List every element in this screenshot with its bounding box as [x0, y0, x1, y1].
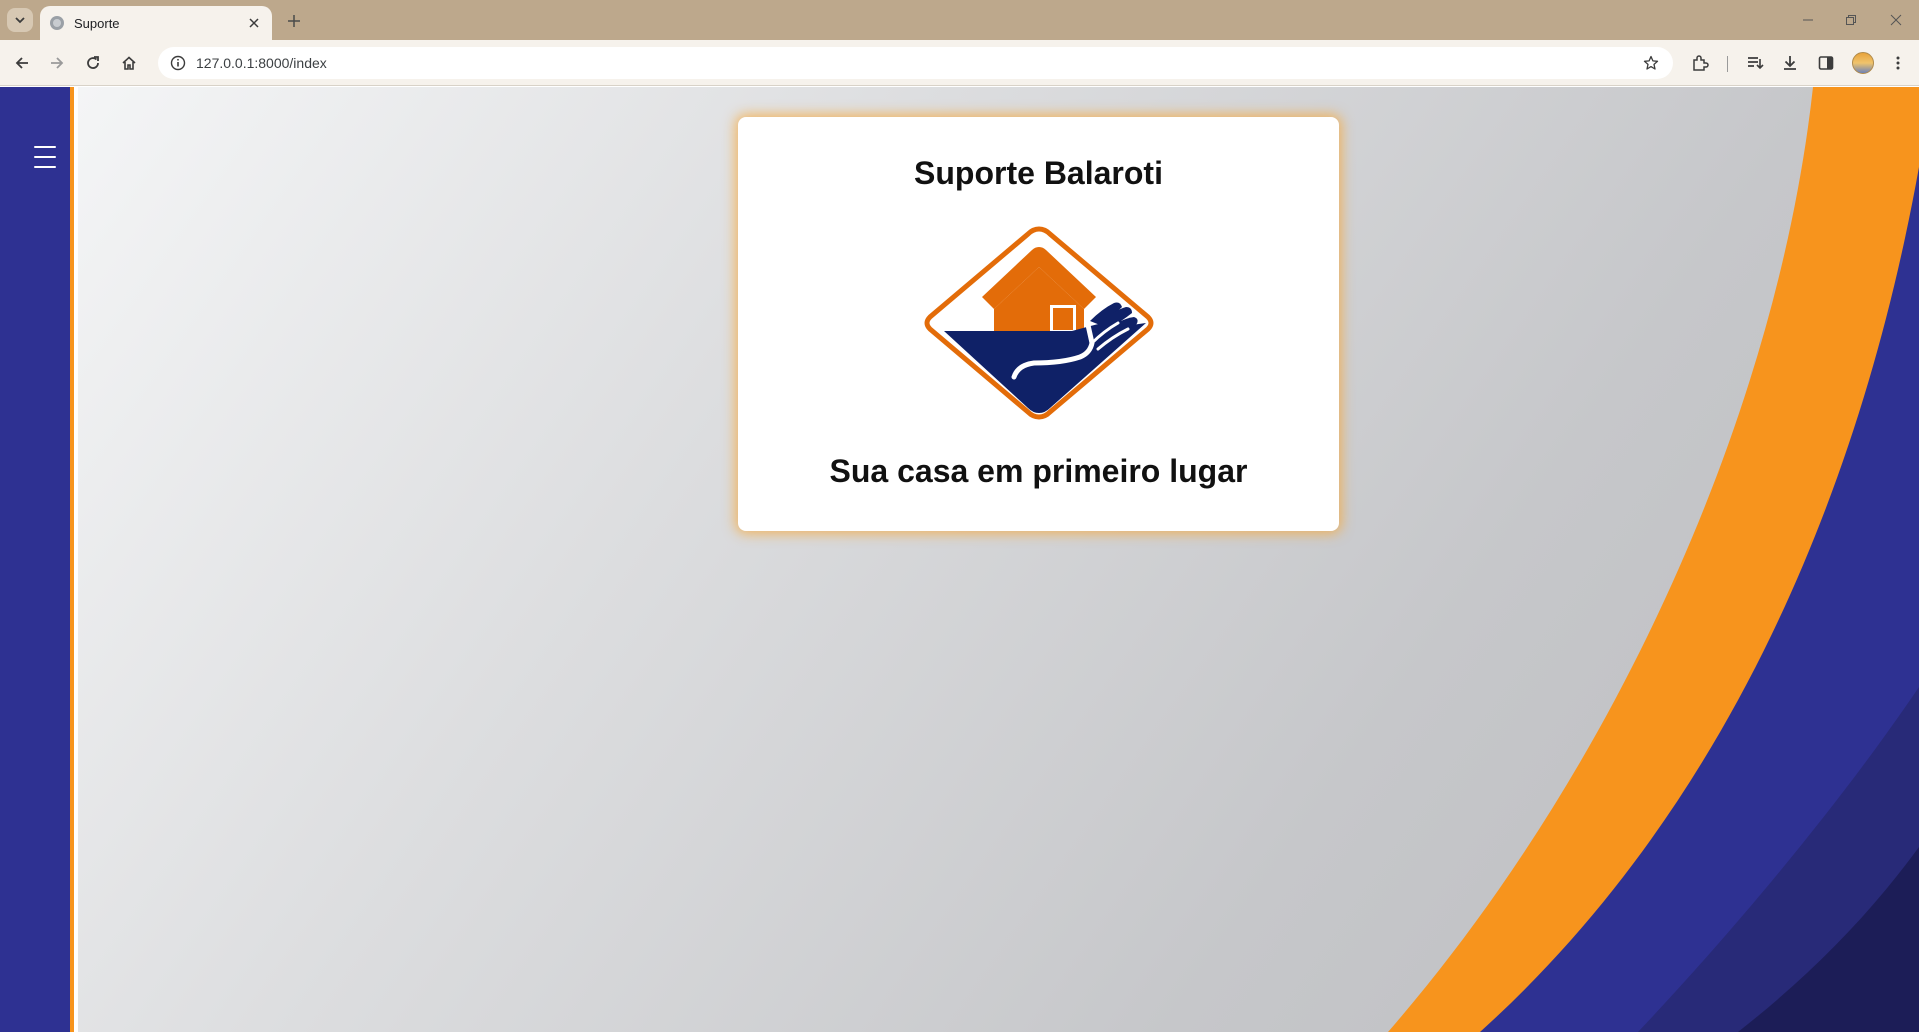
tab-suporte[interactable]: Suporte [40, 6, 272, 40]
forward-button[interactable] [43, 49, 71, 77]
browser-menu-button[interactable] [1884, 49, 1912, 77]
downloads-button[interactable] [1776, 49, 1804, 77]
hamburger-menu-icon[interactable] [28, 142, 62, 172]
browser-toolbar: 127.0.0.1:8000/index [0, 40, 1919, 86]
side-panel-icon [1818, 56, 1834, 70]
reload-button[interactable] [79, 49, 107, 77]
side-panel-button[interactable] [1812, 49, 1840, 77]
reading-list-icon [1748, 57, 1764, 70]
page-viewport: Suporte Balaroti Sua casa em primeiro lu… [0, 87, 1919, 1032]
reload-icon [87, 56, 99, 69]
download-icon [1784, 56, 1796, 70]
house-in-hand-logo [924, 226, 1154, 420]
extensions-button[interactable] [1686, 49, 1714, 77]
profile-avatar[interactable] [1852, 52, 1874, 74]
home-button[interactable] [115, 49, 143, 77]
reading-list-button[interactable] [1741, 49, 1769, 77]
bookmark-button[interactable] [1635, 47, 1667, 79]
chevron-down-icon [15, 17, 25, 24]
menu-bar-line [34, 146, 56, 148]
minimize-icon [1803, 19, 1813, 21]
close-window-icon [1890, 14, 1902, 26]
tab-title: Suporte [74, 15, 120, 31]
main-content: Suporte Balaroti Sua casa em primeiro lu… [78, 87, 1919, 1032]
star-icon [1643, 55, 1659, 70]
url-text[interactable]: 127.0.0.1:8000/index [196, 55, 1635, 71]
new-tab-button[interactable] [282, 9, 306, 33]
welcome-card: Suporte Balaroti Sua casa em primeiro lu… [738, 117, 1339, 531]
tab-close-button[interactable] [242, 11, 266, 35]
minimize-button[interactable] [1792, 6, 1824, 34]
menu-bar-line [34, 166, 56, 168]
back-icon [15, 57, 28, 69]
tab-strip: Suporte [0, 0, 1919, 40]
back-button[interactable] [8, 49, 36, 77]
close-icon [249, 18, 259, 28]
toolbar-separator [1727, 56, 1728, 72]
plus-icon [288, 15, 300, 27]
forward-icon [51, 57, 64, 69]
globe-icon [50, 16, 64, 30]
close-window-button[interactable] [1880, 6, 1912, 34]
extensions-icon [1693, 55, 1709, 71]
home-icon [122, 56, 136, 70]
restore-icon [1846, 15, 1856, 25]
card-title: Suporte Balaroti [914, 155, 1163, 191]
tab-search-button[interactable] [7, 8, 33, 32]
restore-button[interactable] [1835, 6, 1867, 34]
info-icon [170, 55, 186, 71]
menu-bar-line [34, 156, 56, 158]
menu-dots-icon [1896, 56, 1900, 70]
address-bar[interactable]: 127.0.0.1:8000/index [158, 47, 1673, 79]
card-tagline: Sua casa em primeiro lugar [829, 453, 1248, 489]
site-info-button[interactable] [162, 47, 194, 79]
sidebar [0, 87, 74, 1032]
